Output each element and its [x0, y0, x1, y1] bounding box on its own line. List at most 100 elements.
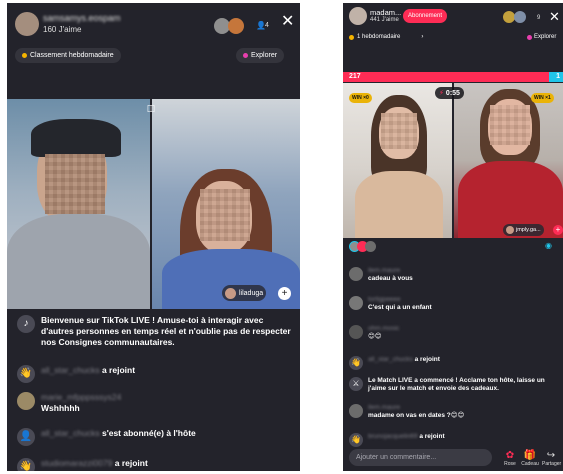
chat-message: 👤 all_star_chucks s'est abonné(e) à l'hô…	[17, 428, 196, 446]
match-icon: ⚔	[349, 377, 363, 391]
viewer-count[interactable]: 9	[537, 15, 540, 21]
host-camera	[343, 83, 452, 238]
gift-button[interactable]: 🎁 Cadeau	[521, 450, 539, 467]
guest-tag[interactable]: liladuga	[222, 285, 267, 301]
chat-user[interactable]: brunojacquelin69	[368, 433, 418, 440]
explore-icon	[527, 34, 532, 40]
guest-name: liladuga	[239, 289, 264, 297]
host-name[interactable]: madam...	[370, 8, 401, 17]
win-badge-right: WIN ×1	[531, 93, 554, 103]
chat-text: s'est abonné(e) à l'hôte	[101, 428, 196, 438]
gift-icon: 🎁	[523, 450, 537, 461]
chat-message: ♪ Bienvenue sur TikTok LIVE ! Amuse-toi …	[17, 315, 293, 348]
user-avatar[interactable]	[349, 404, 363, 418]
chat-user[interactable]: ohm.mosic	[368, 325, 399, 333]
chat-text: C'est qui a un enfant	[368, 304, 432, 311]
chat-message: 👋 all_star_chucks a rejoint	[349, 356, 440, 370]
trophy-icon	[22, 53, 27, 58]
share-icon: ↪	[546, 450, 556, 461]
chat-text: a rejoint	[414, 356, 440, 363]
chat-text: Le Match LIVE a commencé ! Acclame ton h…	[368, 377, 545, 392]
chat-user[interactable]: studiomarazzi0079	[41, 458, 112, 468]
chat-user[interactable]: ilem.maure	[368, 267, 413, 275]
wave-icon: 👋	[17, 365, 35, 383]
expand-icon[interactable]: ◉	[545, 241, 552, 250]
explore-button[interactable]: Explorer	[236, 48, 285, 63]
live-screen-right: madam... 441 J'aime Abonnement 9 ✕ 1 heb…	[343, 3, 563, 471]
tiktok-icon: ♪	[17, 315, 35, 333]
follow-icon: 👤	[17, 428, 35, 446]
chat-message: tortigpeeee C'est qui a un enfant	[349, 296, 432, 312]
chat-text: a rejoint	[419, 433, 445, 440]
weekly-ranking-button[interactable]: 1 hebdomadaire ›	[349, 34, 423, 40]
score-right: 1	[556, 73, 560, 80]
chat-text: 😊😊	[368, 333, 382, 340]
follow-button[interactable]: Abonnement	[403, 9, 448, 23]
host-name[interactable]: samsamys.eospam	[43, 13, 121, 23]
guest-camera	[152, 99, 300, 309]
share-button[interactable]: ↪ Partager	[542, 450, 561, 467]
chat-text: Wshhhhh	[41, 403, 80, 413]
chat-message: 👋 brunojacquelin69 a rejoint	[349, 433, 445, 447]
split-screen-icon[interactable]: ◫	[143, 103, 159, 115]
viewer-avatar[interactable]	[514, 11, 526, 23]
close-icon[interactable]: ✕	[281, 14, 294, 30]
match-score-bar: 217 1	[343, 72, 563, 82]
chat-user[interactable]: all_star_chucks	[41, 365, 100, 375]
close-icon[interactable]: ✕	[549, 9, 560, 25]
user-avatar[interactable]	[349, 267, 363, 281]
chat-text: cadeau à vous	[368, 275, 413, 282]
explore-button[interactable]: Explorer	[527, 34, 556, 40]
guest-tag[interactable]: jmply.ga...	[503, 224, 544, 236]
add-guest-button[interactable]: +	[278, 287, 291, 300]
host-likes: 160 J'aime	[43, 25, 82, 34]
guest-name: jmply.ga...	[516, 227, 541, 233]
weekly-ranking-button[interactable]: Classement hebdomadaire	[15, 48, 121, 63]
rose-button[interactable]: ✿ Rose	[501, 450, 519, 467]
chevron-icon: ›	[421, 34, 424, 40]
chat-user[interactable]: tortigpeeee	[368, 296, 432, 304]
chat-message: ohm.mosic 😊😊	[349, 325, 399, 341]
match-timer: ⚡ 0:55	[435, 87, 464, 99]
chat-message: ilem.maure madame on vas en dates ?😊😊	[349, 404, 464, 420]
live-video: ◫ liladuga +	[7, 99, 300, 309]
wave-icon: 👋	[349, 433, 363, 447]
host-avatar[interactable]	[15, 12, 39, 36]
chat-text: a rejoint	[101, 365, 136, 375]
chat-user[interactable]: ilem.maure	[368, 404, 464, 412]
timer-label: 0:55	[445, 89, 460, 97]
score-left: 217	[349, 73, 361, 80]
comment-input[interactable]: Ajouter un commentaire...	[349, 449, 492, 466]
chat-text: a rejoint	[114, 458, 148, 468]
user-avatar[interactable]	[349, 325, 363, 339]
chat-message: ⚔ Le Match LIVE a commencé ! Acclame ton…	[349, 377, 557, 393]
host-avatar[interactable]	[349, 7, 367, 25]
chat-message: 👋 studiomarazzi0079 a rejoint	[17, 458, 148, 471]
wave-icon: 👋	[349, 356, 363, 370]
gifter-avatar	[365, 241, 376, 252]
guest-camera	[454, 83, 563, 238]
live-screen-left: samsamys.eospam 160 J'aime 👤 4 ✕ Classem…	[7, 3, 300, 471]
chat-user[interactable]: marie_mfpppsssys24	[41, 392, 121, 403]
top-gifters[interactable]	[349, 241, 376, 252]
viewer-count[interactable]: 4	[265, 22, 269, 29]
chat-message: 👋 all_star_chucks a rejoint	[17, 365, 135, 383]
chat-message: ilem.maure cadeau à vous	[349, 267, 413, 283]
host-camera	[7, 99, 150, 309]
user-avatar[interactable]	[17, 392, 35, 410]
guest-avatar	[225, 287, 236, 299]
user-avatar[interactable]	[349, 296, 363, 310]
chat-text: Bienvenue sur TikTok LIVE ! Amuse-toi à …	[41, 315, 291, 347]
wave-icon: 👋	[17, 458, 35, 471]
win-badge-left: WIN ×0	[349, 93, 372, 103]
chat-user[interactable]: all_star_chucks	[41, 428, 100, 438]
weekly-ranking-label: Classement hebdomadaire	[30, 52, 114, 59]
explore-label: Explorer	[534, 34, 557, 40]
trophy-icon	[349, 34, 354, 40]
explore-icon	[243, 53, 248, 58]
viewer-avatar[interactable]	[228, 18, 244, 34]
chat-user[interactable]: all_star_chucks	[368, 356, 413, 363]
add-guest-button[interactable]: +	[553, 225, 563, 235]
chat-text: madame on vas en dates ?😊😊	[368, 412, 465, 419]
guest-avatar	[506, 226, 514, 234]
